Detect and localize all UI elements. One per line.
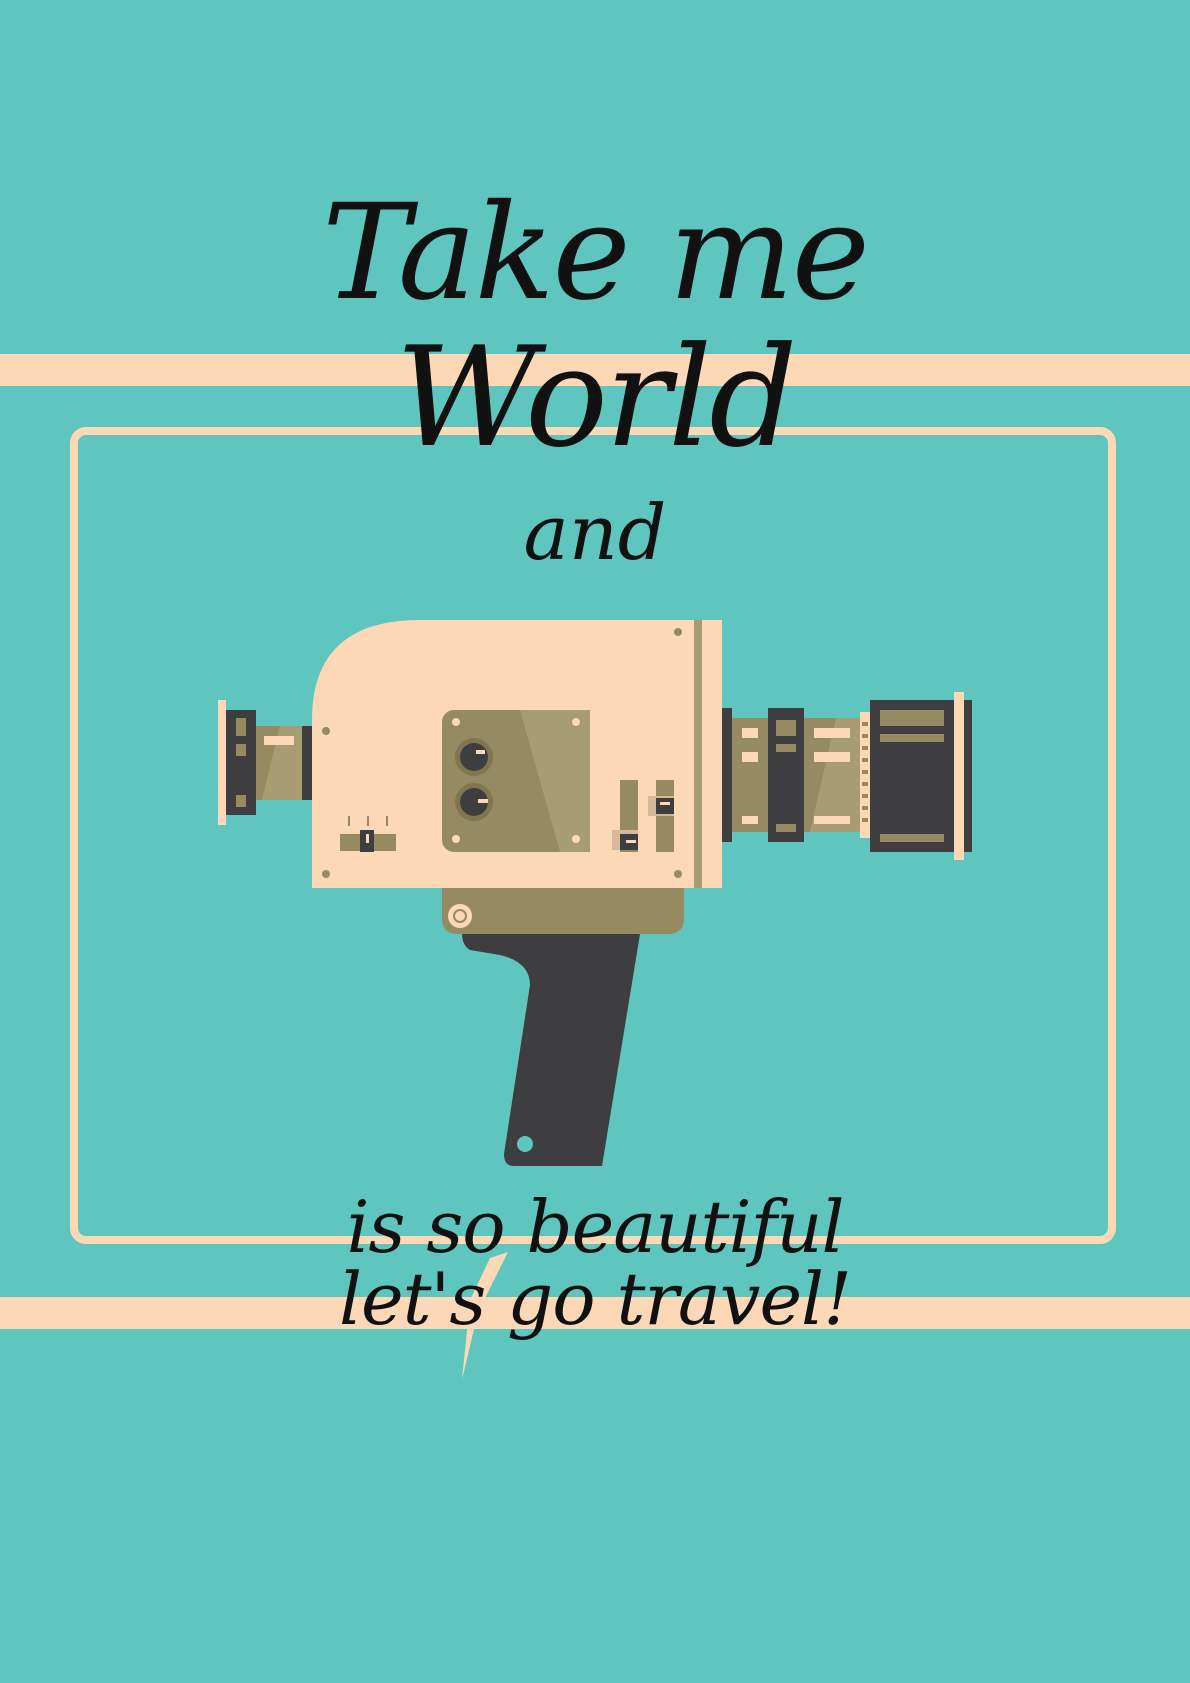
pistol-grip <box>462 934 640 1166</box>
handle-base <box>442 888 684 934</box>
title-line-1: Take me <box>322 176 870 330</box>
caption-line-2: let's go travel! <box>338 1257 852 1341</box>
title-line-2: World <box>395 317 798 478</box>
lens-rim <box>954 692 964 860</box>
eyepiece-rim <box>218 700 226 825</box>
poster: Take me World and is so beautiful let's … <box>0 0 1190 1683</box>
dial-knob-icon <box>460 743 488 771</box>
strap-hole <box>517 1136 533 1152</box>
title-and: and <box>523 488 667 577</box>
